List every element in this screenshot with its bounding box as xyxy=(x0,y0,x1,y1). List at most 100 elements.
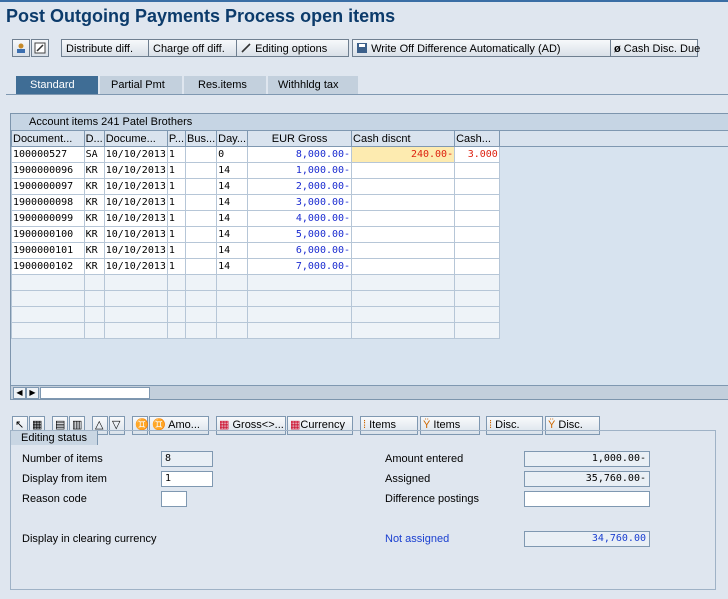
col-document[interactable]: Document... xyxy=(11,130,85,147)
table-row[interactable]: 1900000101 KR 10/10/2013 1 14 6,000.00- xyxy=(11,242,728,259)
cell-business-area[interactable] xyxy=(184,258,218,275)
cell-days[interactable]: 14 xyxy=(216,210,249,227)
cell-posting-key[interactable]: 1 xyxy=(166,242,187,259)
cell-posting-key[interactable]: 1 xyxy=(166,146,187,163)
cell-eur-gross[interactable]: 7,000.00- xyxy=(247,258,353,275)
cell-business-area[interactable] xyxy=(184,226,218,243)
select-all-button[interactable] xyxy=(12,39,30,57)
table-row[interactable]: 1900000102 KR 10/10/2013 1 14 7,000.00- xyxy=(11,258,728,275)
table-row[interactable]: 1900000097 KR 10/10/2013 1 14 2,000.00- xyxy=(11,178,728,195)
table-row[interactable]: 1900000099 KR 10/10/2013 1 14 4,000.00- xyxy=(11,210,728,227)
cell-days[interactable]: 14 xyxy=(216,178,249,195)
cell-eur-gross[interactable]: 2,000.00- xyxy=(247,178,353,195)
cell-cash-discount[interactable] xyxy=(351,258,456,275)
cell-business-area[interactable] xyxy=(184,162,218,179)
cell-doc-type[interactable]: KR xyxy=(83,226,105,243)
scroll-thumb[interactable] xyxy=(40,387,150,399)
col-days[interactable]: Day... xyxy=(216,130,249,147)
scroll-right-icon[interactable]: ▶ xyxy=(26,387,39,399)
cell-doc-type[interactable]: SA xyxy=(83,146,105,163)
display-from-item-field[interactable]: 1 xyxy=(161,471,213,487)
table-row[interactable]: 100000527 SA 10/10/2013 1 0 8,000.00- 24… xyxy=(11,146,728,163)
editing-options-button[interactable]: Editing options xyxy=(236,39,349,57)
distribute-diff-button[interactable]: Distribute diff. xyxy=(61,39,156,57)
cell-doc-date[interactable]: 10/10/2013 xyxy=(103,210,168,227)
col-cash-pct[interactable]: Cash... xyxy=(454,130,500,147)
cell-eur-gross[interactable]: 1,000.00- xyxy=(247,162,353,179)
cell-cash-pct[interactable] xyxy=(454,162,500,179)
cell-doc-type[interactable]: KR xyxy=(83,258,105,275)
cell-doc-type[interactable]: KR xyxy=(83,242,105,259)
cell-cash-pct[interactable]: 3.000 xyxy=(454,146,500,163)
cell-eur-gross[interactable]: 5,000.00- xyxy=(247,226,353,243)
cell-doc-date[interactable]: 10/10/2013 xyxy=(103,258,168,275)
cell-business-area[interactable] xyxy=(184,178,218,195)
cell-document[interactable]: 100000527 xyxy=(11,146,85,163)
col-doc-date[interactable]: Docume... xyxy=(103,130,168,147)
cell-business-area[interactable] xyxy=(184,194,218,211)
cell-doc-date[interactable]: 10/10/2013 xyxy=(103,178,168,195)
cell-posting-key[interactable]: 1 xyxy=(166,162,187,179)
cell-cash-discount[interactable] xyxy=(351,162,456,179)
cell-doc-type[interactable]: KR xyxy=(83,194,105,211)
cell-document[interactable]: 1900000098 xyxy=(11,194,85,211)
col-business-area[interactable]: Bus... xyxy=(184,130,218,147)
col-eur-gross[interactable]: EUR Gross xyxy=(247,130,353,147)
cell-cash-pct[interactable] xyxy=(454,178,500,195)
cell-document[interactable]: 1900000099 xyxy=(11,210,85,227)
cell-doc-type[interactable]: KR xyxy=(83,178,105,195)
cell-doc-date[interactable]: 10/10/2013 xyxy=(103,242,168,259)
table-row[interactable]: 1900000096 KR 10/10/2013 1 14 1,000.00- xyxy=(11,162,728,179)
cell-business-area[interactable] xyxy=(184,242,218,259)
cell-document[interactable]: 1900000097 xyxy=(11,178,85,195)
cell-business-area[interactable] xyxy=(184,146,218,163)
cell-days[interactable]: 14 xyxy=(216,194,249,211)
cell-days[interactable]: 14 xyxy=(216,242,249,259)
cell-doc-date[interactable]: 10/10/2013 xyxy=(103,146,168,163)
cell-days[interactable]: 14 xyxy=(216,258,249,275)
cell-cash-pct[interactable] xyxy=(454,194,500,211)
cell-doc-date[interactable]: 10/10/2013 xyxy=(103,226,168,243)
table-row[interactable]: 1900000100 KR 10/10/2013 1 14 5,000.00- xyxy=(11,226,728,243)
cell-doc-date[interactable]: 10/10/2013 xyxy=(103,162,168,179)
cell-doc-type[interactable]: KR xyxy=(83,162,105,179)
cell-eur-gross[interactable]: 6,000.00- xyxy=(247,242,353,259)
cell-posting-key[interactable]: 1 xyxy=(166,178,187,195)
horizontal-scrollbar[interactable]: ◀ ▶ xyxy=(11,385,728,399)
cell-eur-gross[interactable]: 3,000.00- xyxy=(247,194,353,211)
cell-document[interactable]: 1900000100 xyxy=(11,226,85,243)
cell-doc-date[interactable]: 10/10/2013 xyxy=(103,194,168,211)
cell-cash-discount[interactable] xyxy=(351,194,456,211)
cell-cash-discount[interactable] xyxy=(351,242,456,259)
col-doc-type[interactable]: D... xyxy=(83,130,105,147)
cell-cash-discount[interactable]: 240.00- xyxy=(351,146,456,163)
cell-cash-pct[interactable] xyxy=(454,258,500,275)
tab-standard[interactable]: Standard xyxy=(16,76,98,94)
difference-postings-field[interactable] xyxy=(524,491,650,507)
charge-off-diff-button[interactable]: Charge off diff. xyxy=(148,39,244,57)
cell-cash-discount[interactable] xyxy=(351,178,456,195)
cell-cash-pct[interactable] xyxy=(454,210,500,227)
reason-code-field[interactable] xyxy=(161,491,187,507)
cell-days[interactable]: 14 xyxy=(216,162,249,179)
cell-cash-pct[interactable] xyxy=(454,242,500,259)
cell-posting-key[interactable]: 1 xyxy=(166,258,187,275)
cell-document[interactable]: 1900000101 xyxy=(11,242,85,259)
cash-disc-due-button[interactable]: ø Cash Disc. Due xyxy=(610,39,700,57)
cell-cash-pct[interactable] xyxy=(454,226,500,243)
cell-days[interactable]: 0 xyxy=(216,146,249,163)
write-off-auto-button[interactable]: Write Off Difference Automatically (AD) xyxy=(352,39,616,57)
col-cash-discount[interactable]: Cash discnt xyxy=(351,130,456,147)
cell-eur-gross[interactable]: 8,000.00- xyxy=(247,146,353,163)
cell-posting-key[interactable]: 1 xyxy=(166,194,187,211)
cell-cash-discount[interactable] xyxy=(351,210,456,227)
cell-days[interactable]: 14 xyxy=(216,226,249,243)
cell-doc-type[interactable]: KR xyxy=(83,210,105,227)
col-posting-key[interactable]: P... xyxy=(166,130,187,147)
cell-posting-key[interactable]: 1 xyxy=(166,210,187,227)
tab-res-items[interactable]: Res.items xyxy=(184,76,266,94)
cell-eur-gross[interactable]: 4,000.00- xyxy=(247,210,353,227)
edit-button[interactable] xyxy=(31,39,49,57)
cell-business-area[interactable] xyxy=(184,210,218,227)
tab-withhldg-tax[interactable]: Withhldg tax xyxy=(268,76,358,94)
